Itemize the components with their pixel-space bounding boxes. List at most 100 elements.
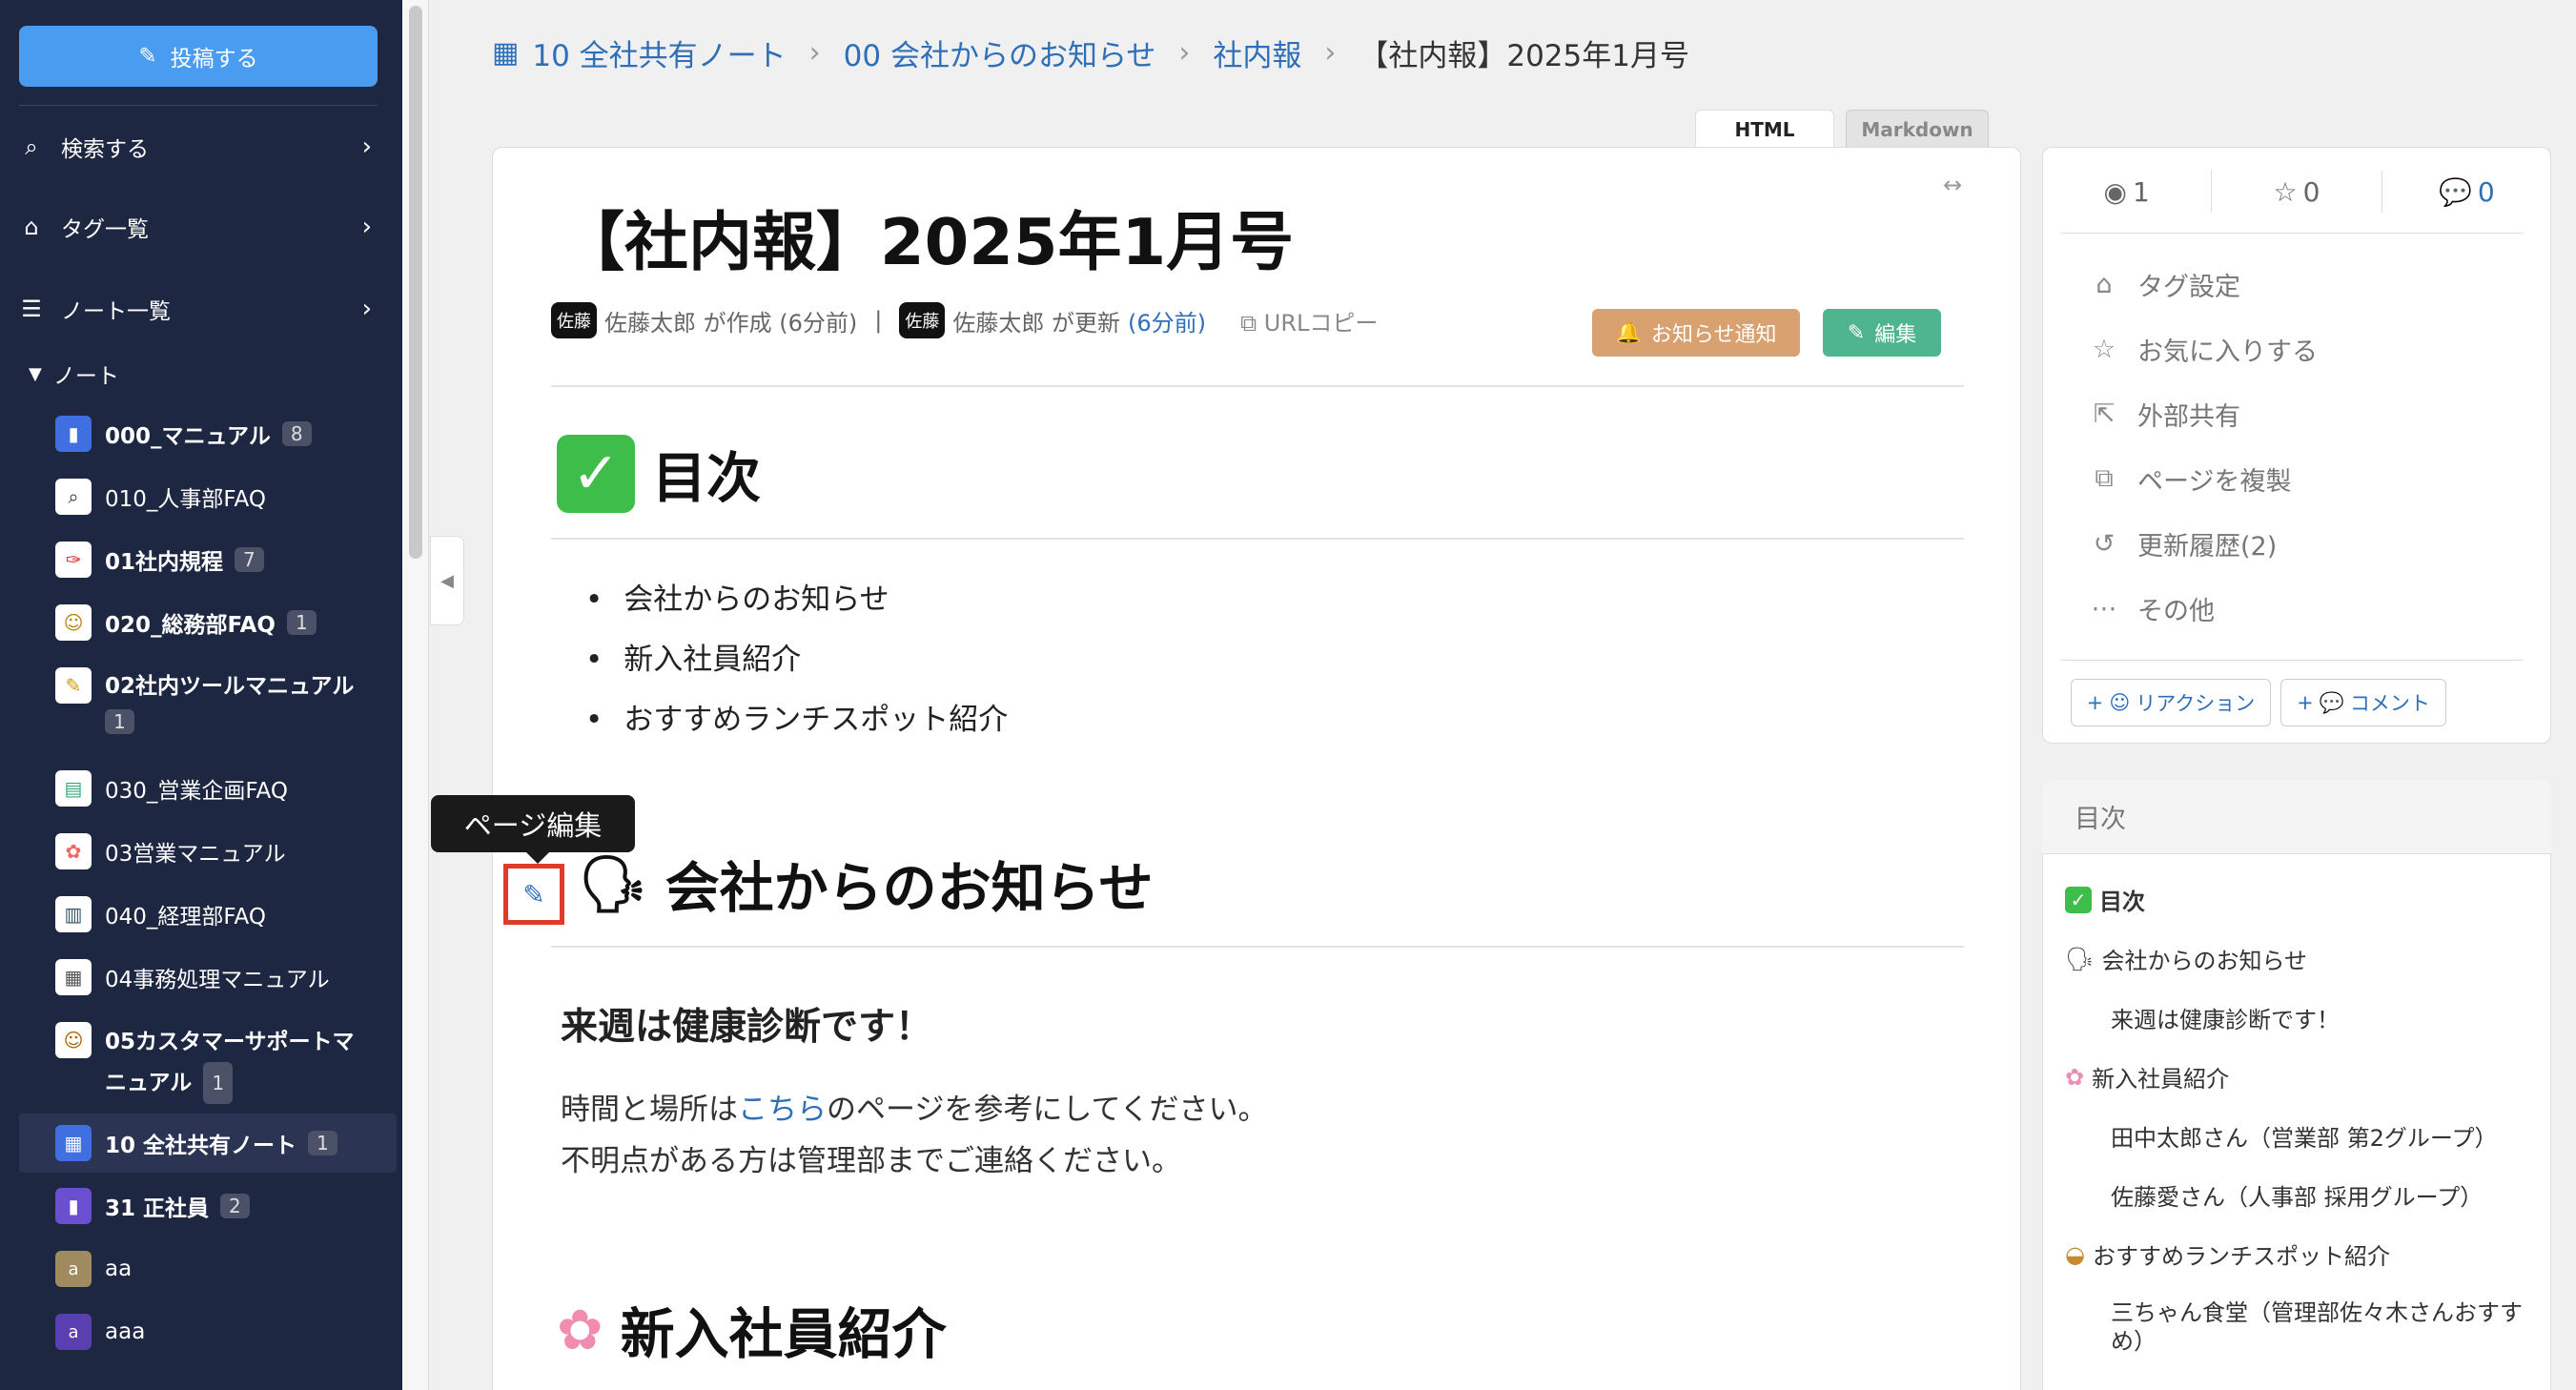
notify-button[interactable]: 🔔 お知らせ通知 <box>1592 309 1800 357</box>
action-external-share[interactable]: ⇱ 外部共有 <box>2090 393 2240 435</box>
tab-markdown[interactable]: Markdown <box>1846 110 1989 148</box>
history-icon: ↺ <box>2093 528 2116 559</box>
section-heading-text: 会社からのお知らせ <box>664 857 1154 920</box>
action-duplicate[interactable]: ⧉ ページを複製 <box>2090 458 2291 500</box>
speaking-head-icon: 🗣 <box>578 850 648 916</box>
nav-notes[interactable]: ☰ ノート一覧 › <box>17 284 379 334</box>
tab-html[interactable]: HTML <box>1695 110 1834 148</box>
blue-book-icon: ▮ <box>55 416 92 452</box>
stars-count: 0 <box>2302 175 2320 208</box>
action-more[interactable]: ⋯ その他 <box>2090 587 2216 629</box>
paragraph: 不明点がある方は管理部までご連絡ください。 <box>561 1144 1181 1178</box>
toc-link[interactable]: 来週は健康診断です！ <box>2111 1001 2340 1034</box>
note-item[interactable]: ✑ 01社内規程 7 <box>55 542 389 578</box>
paragraph-link[interactable]: こちら <box>738 1093 827 1127</box>
toc-link[interactable]: 🗣 会社からのお知らせ <box>2065 942 2307 975</box>
note-item[interactable]: ⌕ 010_人事部FAQ <box>55 479 389 515</box>
note-item-active[interactable]: ▦ 10 全社共有ノート 1 <box>19 1114 397 1173</box>
note-label: 040_経理部FAQ <box>105 905 266 930</box>
nav-tags-label: タグ一覧 <box>61 217 149 242</box>
action-favorite[interactable]: ☆ お気に入りする <box>2090 328 2318 370</box>
note-count-badge: 1 <box>308 1131 337 1155</box>
comment-button-label: コメント <box>2349 692 2430 715</box>
note-item[interactable]: ✿ 03営業マニュアル <box>55 833 389 869</box>
views-count: 1 <box>2132 175 2150 208</box>
note-item[interactable]: ▥ 040_経理部FAQ <box>55 896 389 932</box>
tag-icon: ⌂ <box>24 214 39 240</box>
search-icon: ⌕ <box>25 133 38 160</box>
toc-link[interactable]: ✿ 新入社員紹介 <box>2065 1060 2229 1094</box>
breadcrumb-item[interactable]: 00 会社からのお知らせ <box>844 31 1156 74</box>
avatar: 佐藤 <box>551 302 597 338</box>
nav-search-label: 検索する <box>61 137 149 162</box>
list-item: 新入社員紹介 <box>585 630 1008 690</box>
chevron-right-icon: › <box>1324 35 1337 70</box>
toc-link[interactable]: 三ちゃん食堂（管理部佐々木さんおすすめ） <box>2111 1298 2530 1356</box>
breadcrumb-current: 【社内報】2025年1月号 <box>1359 38 1689 73</box>
letter-a-icon: a <box>55 1314 92 1350</box>
section-heading: 🗣 会社からのお知らせ <box>578 845 1154 923</box>
note-item[interactable]: ▮ 31 正社員 2 <box>55 1188 389 1224</box>
caret-left-icon: ◀ <box>440 570 454 591</box>
note-item[interactable]: ▤ 030_営業企画FAQ <box>55 770 389 807</box>
star-icon: ☆ <box>2092 334 2116 364</box>
notes-tree-header[interactable]: ▼ ノート <box>29 358 119 390</box>
page-edit-tooltip: ページ編集 <box>431 795 635 864</box>
page-actions-card <box>2042 147 2551 744</box>
calculator-icon: ▦ <box>55 959 92 995</box>
note-label-wrap: 05カスタマーサポートマニュアル 1 <box>105 1022 370 1104</box>
comments-stat[interactable]: 💬 0 <box>2382 176 2551 208</box>
edit-button[interactable]: ✎ 編集 <box>1823 309 1941 357</box>
url-copy-button[interactable]: ⧉ URLコピー <box>1240 304 1378 337</box>
updated-by: 佐藤太郎 が更新 <box>952 309 1120 337</box>
stars-stat[interactable]: ☆ 0 <box>2212 176 2381 208</box>
toc-link[interactable]: 佐藤愛さん（人事部 採用グループ） <box>2111 1178 2483 1212</box>
note-label: 01社内規程 <box>105 550 224 575</box>
note-item[interactable]: ▦ 04事務処理マニュアル <box>55 959 389 995</box>
nav-search[interactable]: ⌕ 検索する › <box>17 122 379 172</box>
comments-count: 0 <box>2477 175 2495 208</box>
purple-book-icon: ▮ <box>55 1188 92 1224</box>
note-item[interactable]: a aaa <box>55 1314 389 1350</box>
action-label: ページを複製 <box>2137 466 2292 497</box>
toc-link-label: 目次 <box>2099 889 2145 915</box>
action-tag-settings[interactable]: ⌂ タグ設定 <box>2090 263 2240 305</box>
nav-tags[interactable]: ⌂ タグ一覧 › <box>17 202 379 252</box>
chevron-right-icon: › <box>361 295 372 323</box>
breadcrumb-item[interactable]: 10 全社共有ノート <box>532 31 786 74</box>
note-item[interactable]: ☺ 05カスタマーサポートマニュアル 1 <box>55 1022 370 1104</box>
palette-icon: ✿ <box>55 833 92 869</box>
updated-ago-link[interactable]: (6分前) <box>1128 304 1206 337</box>
note-label: 030_営業企画FAQ <box>105 779 288 804</box>
breadcrumb-item[interactable]: 社内報 <box>1213 31 1301 74</box>
comment-button[interactable]: + 💬 コメント <box>2280 679 2446 726</box>
toc-link[interactable]: 田中太郎さん（営業部 第2グループ） <box>2111 1119 2497 1153</box>
chart-icon: ▥ <box>55 896 92 932</box>
comment-icon: 💬 <box>2319 690 2344 714</box>
section-edit-button[interactable]: ✎ <box>503 864 564 925</box>
reaction-button[interactable]: + ☺ リアクション <box>2071 679 2271 726</box>
note-item[interactable]: ▮ 000_マニュアル 8 <box>55 416 389 452</box>
hamburger-icon: ◒ <box>2065 1240 2085 1268</box>
plus-icon: + <box>2086 691 2104 714</box>
note-item[interactable]: ☺ 020_総務部FAQ 1 <box>55 604 389 641</box>
cherry-blossom-icon: ✿ <box>557 1298 603 1362</box>
action-label: 更新履歴(2) <box>2137 531 2278 562</box>
expand-width-icon[interactable]: ↔ <box>1943 172 1962 198</box>
post-button[interactable]: ✎ 投稿する <box>19 26 378 87</box>
toc-link[interactable]: ◒ おすすめランチスポット紹介 <box>2065 1237 2390 1271</box>
page-title: 【社内報】2025年1月号 <box>561 205 1295 279</box>
collapse-sidebar-button[interactable]: ◀ <box>430 536 464 625</box>
note-label: aaa <box>105 1319 146 1344</box>
building-icon: ▦ <box>492 35 520 70</box>
note-item[interactable]: a aa <box>55 1251 389 1287</box>
toc-link[interactable]: ✓ 目次 <box>2065 883 2145 916</box>
books-icon: ▤ <box>55 770 92 807</box>
sidebar-scroll-thumb[interactable] <box>409 6 422 559</box>
paragraph: 時間と場所はこちらのページを参考にしてください。 <box>561 1085 1268 1128</box>
action-history[interactable]: ↺ 更新履歴(2) <box>2090 522 2278 564</box>
check-mark-icon: ✓ <box>2065 886 2092 913</box>
building-icon: ▦ <box>55 1125 92 1161</box>
note-item[interactable]: ✎ 02社内ツールマニュアル 1 <box>55 667 389 734</box>
note-label: 03営業マニュアル <box>105 842 286 867</box>
